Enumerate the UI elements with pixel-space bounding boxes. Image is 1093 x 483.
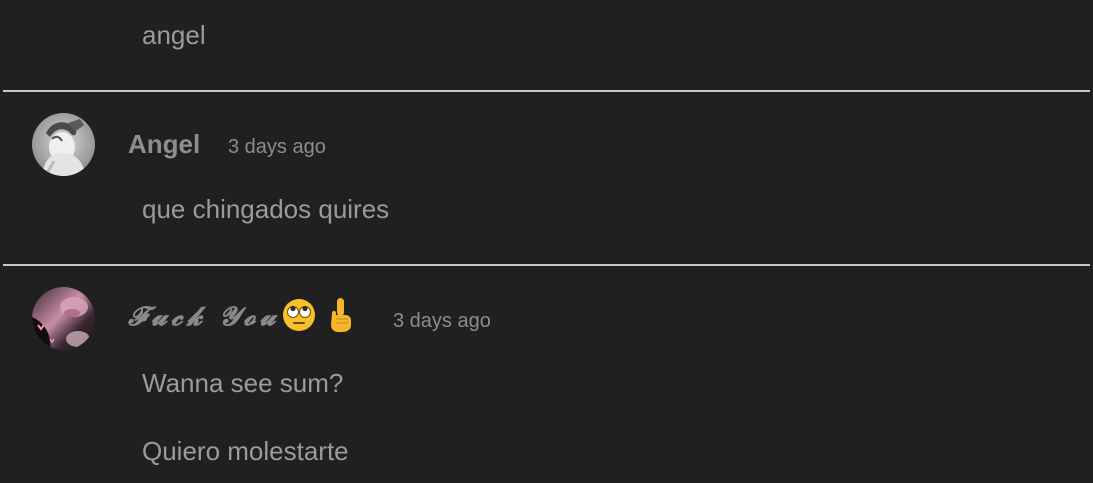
message-text: Wanna see sum?	[142, 368, 344, 398]
avatar[interactable]	[32, 113, 95, 176]
username[interactable]: Angel	[128, 129, 200, 160]
username-text: 𝓕𝓾𝓬𝓴 𝓨𝓸𝓾	[128, 302, 280, 332]
divider	[3, 90, 1090, 92]
timestamp: 3 days ago	[393, 310, 491, 332]
avatar[interactable]	[32, 287, 95, 350]
middle-finger-icon	[328, 297, 354, 333]
timestamp: 3 days ago	[228, 136, 326, 158]
message-text: angel	[142, 20, 206, 50]
username[interactable]: 𝓕𝓾𝓬𝓴 𝓨𝓸𝓾	[128, 297, 354, 336]
face-with-rolling-eyes-icon	[282, 298, 316, 332]
grayscale-person-avatar-icon	[32, 113, 95, 176]
message-text: Quiero molestarte	[142, 436, 349, 466]
pink-dark-photo-avatar-icon	[32, 287, 95, 350]
divider	[3, 264, 1090, 266]
message-text: que chingados quires	[142, 194, 390, 224]
